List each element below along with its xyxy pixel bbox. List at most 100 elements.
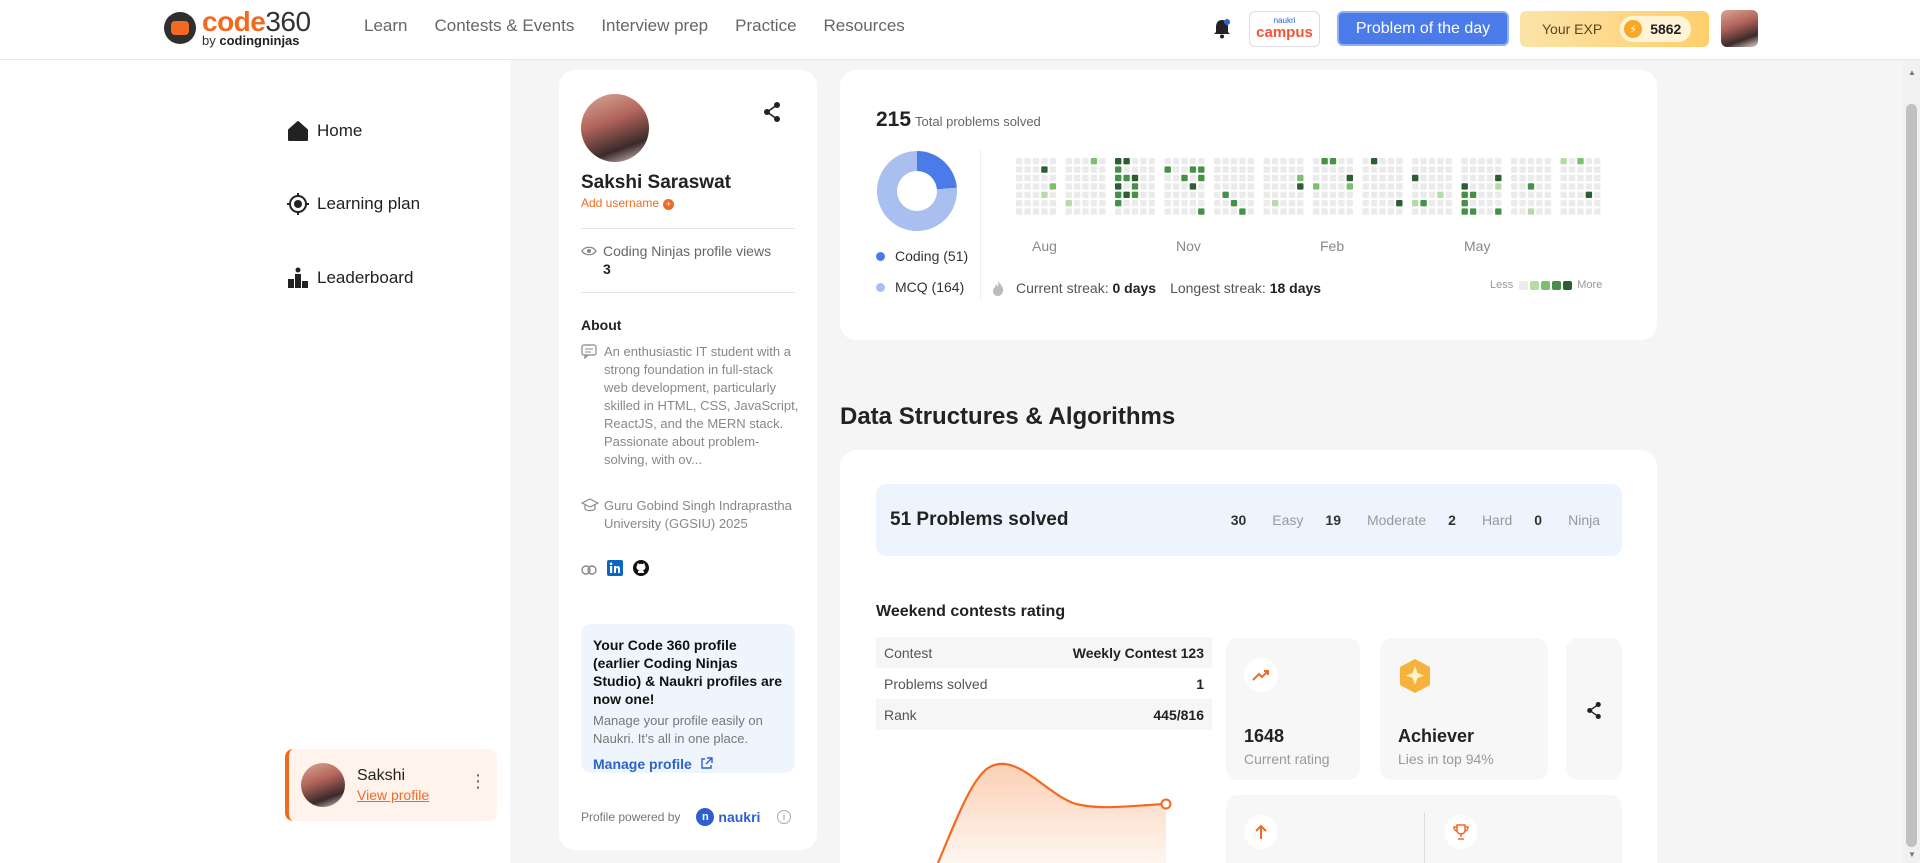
heatmap-cell[interactable] <box>1437 200 1444 207</box>
heatmap-cell[interactable] <box>1379 166 1386 173</box>
sidebar-item-home[interactable]: Home <box>287 120 362 142</box>
heatmap-cell[interactable] <box>1115 183 1122 190</box>
heatmap-cell[interactable] <box>1090 200 1098 207</box>
heatmap-cell[interactable] <box>1239 174 1246 182</box>
heatmap-cell[interactable] <box>1469 183 1477 190</box>
heatmap-cell[interactable] <box>1428 166 1436 173</box>
heatmap-cell[interactable] <box>1321 166 1328 173</box>
heatmap-cell[interactable] <box>1271 183 1279 190</box>
heatmap-cell[interactable] <box>1527 200 1535 207</box>
heatmap-cell[interactable] <box>1560 191 1567 198</box>
heatmap-cell[interactable] <box>1338 166 1345 173</box>
sidebar-user-card[interactable]: Sakshi View profile ⋮ <box>285 749 497 821</box>
share-rating-card[interactable] <box>1566 638 1622 780</box>
heatmap-cell[interactable] <box>1247 183 1254 190</box>
heatmap-cell[interactable] <box>1263 200 1270 207</box>
heatmap-cell[interactable] <box>1445 191 1452 198</box>
heatmap-cell[interactable] <box>1461 200 1468 207</box>
bell-icon[interactable] <box>1212 18 1232 40</box>
heatmap-cell[interactable] <box>1527 166 1535 173</box>
heatmap-cell[interactable] <box>1115 174 1122 182</box>
heatmap-cell[interactable] <box>1140 183 1147 190</box>
heatmap-cell[interactable] <box>1412 208 1419 215</box>
user-avatar[interactable] <box>1721 10 1758 47</box>
heatmap-cell[interactable] <box>1511 166 1518 173</box>
heatmap-cell[interactable] <box>1090 183 1098 190</box>
heatmap-cell[interactable] <box>1239 183 1246 190</box>
heatmap-cell[interactable] <box>1560 174 1567 182</box>
heatmap-cell[interactable] <box>1148 158 1155 165</box>
heatmap-cell[interactable] <box>1049 200 1056 207</box>
heatmap-cell[interactable] <box>1172 191 1180 198</box>
heatmap-cell[interactable] <box>1222 208 1229 215</box>
heatmap-cell[interactable] <box>1577 208 1584 215</box>
page-scrollbar[interactable]: ▲ ▼ <box>1903 60 1920 863</box>
heatmap-cell[interactable] <box>1478 183 1485 190</box>
heatmap-cell[interactable] <box>1594 174 1601 182</box>
heatmap-cell[interactable] <box>1239 200 1246 207</box>
heatmap-cell[interactable] <box>1387 200 1395 207</box>
heatmap-cell[interactable] <box>1164 166 1171 173</box>
heatmap-cell[interactable] <box>1370 200 1378 207</box>
heatmap-cell[interactable] <box>1065 208 1072 215</box>
heatmap-cell[interactable] <box>1297 166 1304 173</box>
heatmap-cell[interactable] <box>1544 174 1551 182</box>
heatmap-cell[interactable] <box>1338 183 1345 190</box>
heatmap-cell[interactable] <box>1198 208 1205 215</box>
scroll-down-arrow-icon[interactable]: ▼ <box>1908 850 1916 859</box>
heatmap-cell[interactable] <box>1396 208 1403 215</box>
heatmap-cell[interactable] <box>1577 191 1584 198</box>
heatmap-cell[interactable] <box>1280 158 1287 165</box>
heatmap-cell[interactable] <box>1420 174 1427 182</box>
heatmap-cell[interactable] <box>1469 208 1477 215</box>
heatmap-cell[interactable] <box>1148 174 1155 182</box>
heatmap-cell[interactable] <box>1387 174 1395 182</box>
heatmap-cell[interactable] <box>1420 166 1427 173</box>
heatmap-cell[interactable] <box>1099 166 1106 173</box>
heatmap-cell[interactable] <box>1115 158 1122 165</box>
heatmap-cell[interactable] <box>1486 200 1494 207</box>
heatmap-cell[interactable] <box>1568 183 1576 190</box>
heatmap-cell[interactable] <box>1189 174 1197 182</box>
heatmap-cell[interactable] <box>1288 183 1296 190</box>
heatmap-cell[interactable] <box>1288 174 1296 182</box>
heatmap-cell[interactable] <box>1148 208 1155 215</box>
heatmap-cell[interactable] <box>1090 208 1098 215</box>
heatmap-cell[interactable] <box>1115 166 1122 173</box>
heatmap-cell[interactable] <box>1073 200 1081 207</box>
heatmap-cell[interactable] <box>1585 191 1593 198</box>
heatmap-cell[interactable] <box>1346 200 1353 207</box>
heatmap-cell[interactable] <box>1461 183 1468 190</box>
heatmap-cell[interactable] <box>1536 158 1543 165</box>
heatmap-cell[interactable] <box>1049 183 1056 190</box>
nav-interview-prep[interactable]: Interview prep <box>601 16 708 36</box>
heatmap-cell[interactable] <box>1222 158 1229 165</box>
heatmap-cell[interactable] <box>1544 191 1551 198</box>
heatmap-cell[interactable] <box>1280 166 1287 173</box>
heatmap-cell[interactable] <box>1362 174 1369 182</box>
heatmap-cell[interactable] <box>1379 158 1386 165</box>
heatmap-cell[interactable] <box>1568 200 1576 207</box>
heatmap-cell[interactable] <box>1370 183 1378 190</box>
heatmap-cell[interactable] <box>1140 191 1147 198</box>
heatmap-cell[interactable] <box>1123 191 1130 198</box>
heatmap-cell[interactable] <box>1437 208 1444 215</box>
heatmap-cell[interactable] <box>1123 158 1130 165</box>
heatmap-cell[interactable] <box>1016 174 1023 182</box>
heatmap-cell[interactable] <box>1346 208 1353 215</box>
heatmap-cell[interactable] <box>1172 183 1180 190</box>
heatmap-cell[interactable] <box>1214 158 1221 165</box>
heatmap-cell[interactable] <box>1140 200 1147 207</box>
heatmap-cell[interactable] <box>1577 174 1584 182</box>
heatmap-cell[interactable] <box>1577 200 1584 207</box>
heatmap-cell[interactable] <box>1032 200 1040 207</box>
heatmap-cell[interactable] <box>1123 200 1130 207</box>
heatmap-cell[interactable] <box>1428 191 1436 198</box>
heatmap-cell[interactable] <box>1016 183 1023 190</box>
heatmap-cell[interactable] <box>1214 174 1221 182</box>
heatmap-cell[interactable] <box>1016 191 1023 198</box>
heatmap-cell[interactable] <box>1073 208 1081 215</box>
heatmap-cell[interactable] <box>1222 166 1229 173</box>
heatmap-cell[interactable] <box>1263 158 1270 165</box>
heatmap-cell[interactable] <box>1271 191 1279 198</box>
